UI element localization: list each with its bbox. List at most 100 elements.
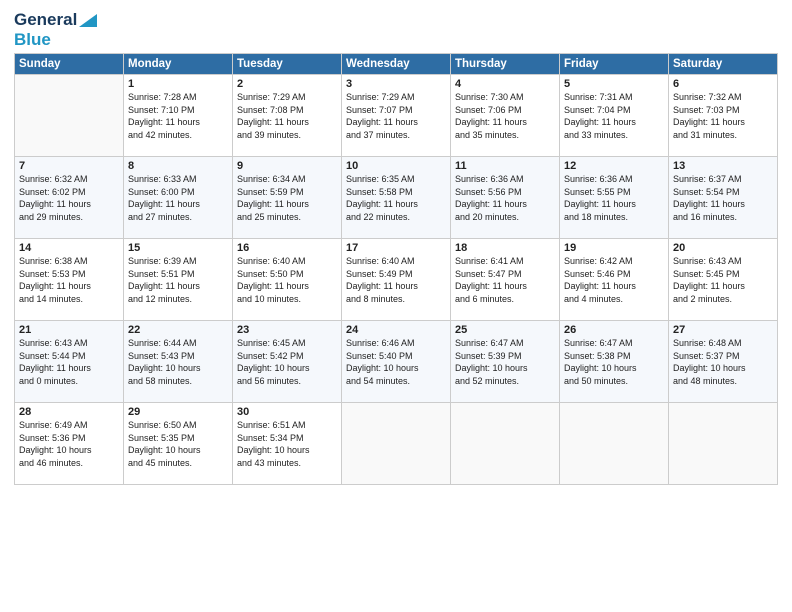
cell-line: Sunset: 6:00 PM — [128, 186, 228, 199]
cell-line: Sunrise: 7:29 AM — [237, 91, 337, 104]
cell-line: Sunrise: 6:33 AM — [128, 173, 228, 186]
cell-line: Sunset: 5:53 PM — [19, 268, 119, 281]
cell-line: Sunset: 5:51 PM — [128, 268, 228, 281]
cell-line: Daylight: 11 hours — [237, 116, 337, 129]
cell-line: and 25 minutes. — [237, 211, 337, 224]
cell-line: and 6 minutes. — [455, 293, 555, 306]
day-number: 30 — [237, 406, 337, 418]
day-number: 14 — [19, 242, 119, 254]
cell-line: Daylight: 11 hours — [19, 362, 119, 375]
cell-line: and 14 minutes. — [19, 293, 119, 306]
calendar-cell — [342, 403, 451, 485]
calendar-cell: 1Sunrise: 7:28 AMSunset: 7:10 PMDaylight… — [124, 75, 233, 157]
cell-content: Sunrise: 6:42 AMSunset: 5:46 PMDaylight:… — [564, 255, 664, 305]
cell-line: and 16 minutes. — [673, 211, 773, 224]
header-cell-saturday: Saturday — [669, 54, 778, 75]
header-cell-sunday: Sunday — [15, 54, 124, 75]
cell-line: and 37 minutes. — [346, 129, 446, 142]
cell-line: and 43 minutes. — [237, 457, 337, 470]
cell-line: Sunset: 5:46 PM — [564, 268, 664, 281]
calendar-cell: 11Sunrise: 6:36 AMSunset: 5:56 PMDayligh… — [451, 157, 560, 239]
cell-line: Daylight: 11 hours — [564, 116, 664, 129]
day-number: 4 — [455, 78, 555, 90]
calendar-cell: 19Sunrise: 6:42 AMSunset: 5:46 PMDayligh… — [560, 239, 669, 321]
day-number: 24 — [346, 324, 446, 336]
cell-line: Sunrise: 7:30 AM — [455, 91, 555, 104]
cell-line: Sunset: 5:36 PM — [19, 432, 119, 445]
day-number: 10 — [346, 160, 446, 172]
cell-line: and 8 minutes. — [346, 293, 446, 306]
day-number: 7 — [19, 160, 119, 172]
cell-line: Sunrise: 6:44 AM — [128, 337, 228, 350]
calendar-cell: 5Sunrise: 7:31 AMSunset: 7:04 PMDaylight… — [560, 75, 669, 157]
cell-line: and 52 minutes. — [455, 375, 555, 388]
cell-line: Daylight: 11 hours — [128, 116, 228, 129]
cell-line: and 22 minutes. — [346, 211, 446, 224]
cell-line: Sunrise: 6:39 AM — [128, 255, 228, 268]
calendar-cell: 6Sunrise: 7:32 AMSunset: 7:03 PMDaylight… — [669, 75, 778, 157]
cell-line: Daylight: 10 hours — [19, 444, 119, 457]
day-number: 1 — [128, 78, 228, 90]
day-number: 9 — [237, 160, 337, 172]
cell-line: Sunrise: 6:42 AM — [564, 255, 664, 268]
cell-line: Sunset: 7:07 PM — [346, 104, 446, 117]
cell-line: and 27 minutes. — [128, 211, 228, 224]
day-number: 23 — [237, 324, 337, 336]
cell-line: Sunset: 5:56 PM — [455, 186, 555, 199]
cell-content: Sunrise: 6:38 AMSunset: 5:53 PMDaylight:… — [19, 255, 119, 305]
cell-content: Sunrise: 6:36 AMSunset: 5:55 PMDaylight:… — [564, 173, 664, 223]
logo-area: General Blue — [14, 10, 97, 49]
cell-line: Sunrise: 6:40 AM — [346, 255, 446, 268]
cell-line: and 4 minutes. — [564, 293, 664, 306]
calendar-cell: 22Sunrise: 6:44 AMSunset: 5:43 PMDayligh… — [124, 321, 233, 403]
cell-content: Sunrise: 6:47 AMSunset: 5:39 PMDaylight:… — [455, 337, 555, 387]
cell-line: Daylight: 10 hours — [128, 362, 228, 375]
day-number: 20 — [673, 242, 773, 254]
cell-line: Sunrise: 6:41 AM — [455, 255, 555, 268]
cell-line: Sunrise: 7:31 AM — [564, 91, 664, 104]
cell-line: Sunset: 5:39 PM — [455, 350, 555, 363]
cell-line: and 2 minutes. — [673, 293, 773, 306]
cell-line: Daylight: 11 hours — [237, 198, 337, 211]
calendar-cell: 12Sunrise: 6:36 AMSunset: 5:55 PMDayligh… — [560, 157, 669, 239]
calendar-cell: 27Sunrise: 6:48 AMSunset: 5:37 PMDayligh… — [669, 321, 778, 403]
cell-line: Sunset: 5:43 PM — [128, 350, 228, 363]
day-number: 6 — [673, 78, 773, 90]
cell-line: Daylight: 11 hours — [564, 198, 664, 211]
cell-content: Sunrise: 7:31 AMSunset: 7:04 PMDaylight:… — [564, 91, 664, 141]
cell-line: and 35 minutes. — [455, 129, 555, 142]
day-number: 16 — [237, 242, 337, 254]
cell-line: Sunrise: 7:29 AM — [346, 91, 446, 104]
cell-content: Sunrise: 6:43 AMSunset: 5:45 PMDaylight:… — [673, 255, 773, 305]
cell-line: Sunrise: 6:47 AM — [564, 337, 664, 350]
calendar-cell: 3Sunrise: 7:29 AMSunset: 7:07 PMDaylight… — [342, 75, 451, 157]
cell-line: and 12 minutes. — [128, 293, 228, 306]
calendar-cell: 16Sunrise: 6:40 AMSunset: 5:50 PMDayligh… — [233, 239, 342, 321]
cell-content: Sunrise: 7:30 AMSunset: 7:06 PMDaylight:… — [455, 91, 555, 141]
calendar-cell: 23Sunrise: 6:45 AMSunset: 5:42 PMDayligh… — [233, 321, 342, 403]
page: General Blue SundayMondayTuesdayWednesda… — [0, 0, 792, 493]
logo: General Blue — [14, 10, 97, 49]
day-number: 15 — [128, 242, 228, 254]
calendar-cell: 21Sunrise: 6:43 AMSunset: 5:44 PMDayligh… — [15, 321, 124, 403]
cell-line: and 56 minutes. — [237, 375, 337, 388]
calendar-cell: 30Sunrise: 6:51 AMSunset: 5:34 PMDayligh… — [233, 403, 342, 485]
cell-line: Sunset: 5:35 PM — [128, 432, 228, 445]
cell-line: Sunrise: 6:32 AM — [19, 173, 119, 186]
calendar-cell: 28Sunrise: 6:49 AMSunset: 5:36 PMDayligh… — [15, 403, 124, 485]
cell-line: and 18 minutes. — [564, 211, 664, 224]
cell-line: Sunrise: 6:51 AM — [237, 419, 337, 432]
cell-line: Sunset: 7:04 PM — [564, 104, 664, 117]
cell-content: Sunrise: 6:33 AMSunset: 6:00 PMDaylight:… — [128, 173, 228, 223]
cell-content: Sunrise: 6:51 AMSunset: 5:34 PMDaylight:… — [237, 419, 337, 469]
cell-line: Sunset: 5:37 PM — [673, 350, 773, 363]
calendar-cell: 17Sunrise: 6:40 AMSunset: 5:49 PMDayligh… — [342, 239, 451, 321]
cell-content: Sunrise: 6:48 AMSunset: 5:37 PMDaylight:… — [673, 337, 773, 387]
cell-line: Sunrise: 6:49 AM — [19, 419, 119, 432]
cell-line: Sunset: 5:58 PM — [346, 186, 446, 199]
cell-content: Sunrise: 6:34 AMSunset: 5:59 PMDaylight:… — [237, 173, 337, 223]
calendar-cell: 4Sunrise: 7:30 AMSunset: 7:06 PMDaylight… — [451, 75, 560, 157]
cell-content: Sunrise: 6:35 AMSunset: 5:58 PMDaylight:… — [346, 173, 446, 223]
cell-line: Daylight: 10 hours — [673, 362, 773, 375]
cell-line: Sunrise: 6:45 AM — [237, 337, 337, 350]
